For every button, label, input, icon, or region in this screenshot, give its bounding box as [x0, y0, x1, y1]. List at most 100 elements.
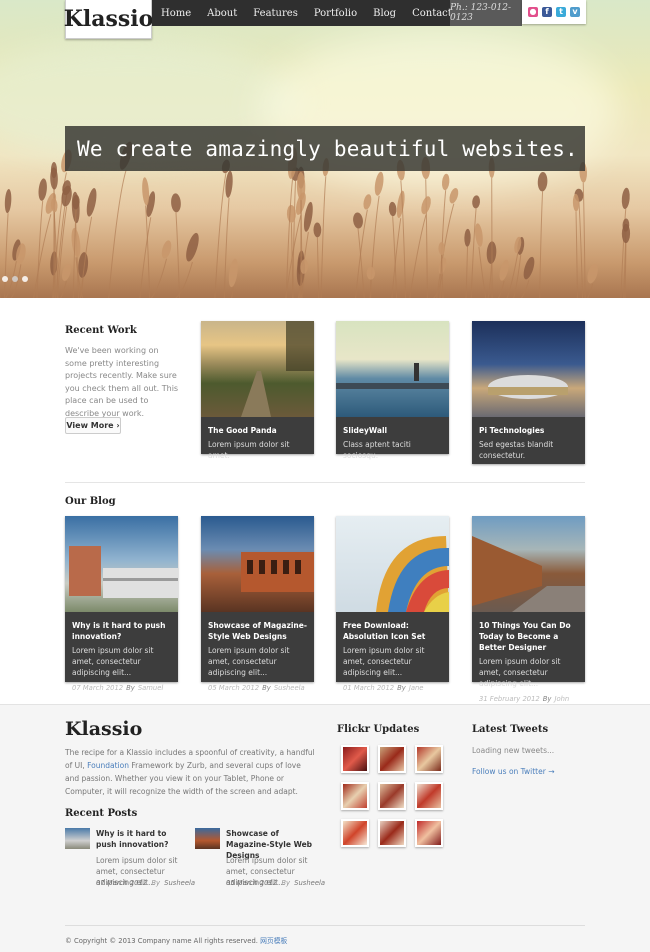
foundation-link[interactable]: Foundation: [87, 761, 129, 770]
blog-meta: 05 March 2012 By Susheela: [201, 678, 314, 698]
flickr-photo[interactable]: [415, 745, 443, 773]
recent-post[interactable]: Showcase of Magazine-Style Web Designs L…: [195, 828, 325, 890]
recent-work-intro: We've been working on some pretty intere…: [65, 346, 179, 418]
blog-by: By: [542, 695, 552, 703]
blog-date: 31 February 2012: [479, 695, 540, 703]
divider: [65, 482, 585, 483]
slider-dot[interactable]: [22, 276, 28, 282]
flickr-photo[interactable]: [378, 745, 406, 773]
blog-excerpt: Lorem ipsum dolor sit amet, consectetur …: [208, 646, 290, 677]
phone-number: Ph.: 123-012-0123: [450, 0, 522, 26]
work-title[interactable]: The Good Panda: [201, 417, 314, 436]
hero-tagline: We create amazingly beautiful websites.: [65, 126, 585, 171]
social-links: ● f t v: [522, 0, 586, 24]
main-nav: Home About Features Portfolio Blog Conta…: [152, 0, 452, 26]
view-more-button[interactable]: View More ›: [65, 417, 121, 434]
nav-home[interactable]: Home: [161, 8, 191, 19]
work-desc: Lorem ipsum dolor sit amet.: [208, 440, 290, 460]
work-title[interactable]: Pi Technologies: [472, 417, 585, 436]
blog-thumbnail[interactable]: [201, 516, 314, 612]
work-thumbnail[interactable]: [336, 321, 449, 417]
recent-post-by: By: [151, 879, 160, 887]
footer-divider: [65, 925, 585, 926]
blog-excerpt: Lorem ipsum dolor sit amet, consectetur …: [72, 646, 154, 677]
slider-dot[interactable]: [12, 276, 18, 282]
blog-heading: Our Blog: [65, 496, 116, 507]
blog-by: By: [262, 684, 271, 692]
stadium-image: [488, 375, 568, 399]
work-card[interactable]: The Good Panda Lorem ipsum dolor sit ame…: [201, 321, 314, 460]
work-title[interactable]: SlideyWall: [336, 417, 449, 436]
arcade-image: [241, 552, 314, 592]
blog-author[interactable]: Samuel: [138, 684, 163, 692]
work-card[interactable]: Pi Technologies Sed egestas blandit cons…: [472, 321, 585, 464]
blog-author[interactable]: Susheela: [274, 684, 305, 692]
recent-post-author[interactable]: Susheela: [164, 879, 195, 887]
blog-date: 01 March 2012: [343, 684, 395, 692]
recent-post-author[interactable]: Susheela: [294, 879, 325, 887]
flickr-photo[interactable]: [341, 782, 369, 810]
blog-card[interactable]: Why is it hard to push innovation? Lorem…: [65, 516, 178, 692]
flickr-heading: Flickr Updates: [337, 724, 420, 735]
nav-portfolio[interactable]: Portfolio: [314, 8, 357, 19]
blog-meta: 01 March 2012 By Jane: [336, 678, 449, 698]
building-image: [69, 546, 178, 598]
flickr-photo[interactable]: [341, 819, 369, 847]
footer-logo[interactable]: Klassio: [65, 718, 142, 740]
flickr-photo[interactable]: [415, 782, 443, 810]
nav-blog[interactable]: Blog: [373, 8, 396, 19]
blog-author[interactable]: John: [554, 695, 569, 703]
recent-post-by: By: [281, 879, 290, 887]
blog-title[interactable]: Why is it hard to push innovation?: [65, 612, 178, 642]
work-thumbnail[interactable]: [201, 321, 314, 417]
vimeo-icon[interactable]: v: [570, 7, 580, 17]
blog-title[interactable]: 10 Things You Can Do Today to Become a B…: [472, 612, 585, 653]
blog-by: By: [397, 684, 406, 692]
recent-post-meta: 07 March 2012 By Susheela: [96, 879, 206, 887]
flickr-photo[interactable]: [415, 819, 443, 847]
footer-about: The recipe for a Klassio includes a spoo…: [65, 746, 317, 798]
tweets-loading: Loading new tweets...: [472, 746, 555, 755]
blog-excerpt: Lorem ipsum dolor sit amet, consectetur …: [343, 646, 425, 677]
blog-card[interactable]: 10 Things You Can Do Today to Become a B…: [472, 516, 585, 703]
blog-by: By: [126, 684, 135, 692]
lighthouse-image: [336, 363, 449, 389]
recent-post[interactable]: Why is it hard to push innovation? Lorem…: [65, 828, 195, 890]
slider-dots[interactable]: [2, 276, 28, 282]
recent-post-title[interactable]: Why is it hard to push innovation?: [96, 828, 188, 850]
recent-post-date: 05 March 2012: [226, 879, 278, 887]
blog-thumbnail[interactable]: [336, 516, 449, 612]
nav-contact[interactable]: Contact: [412, 8, 452, 19]
work-thumbnail[interactable]: [472, 321, 585, 417]
recent-post-date: 07 March 2012: [96, 879, 148, 887]
facebook-icon[interactable]: f: [542, 7, 552, 17]
blog-thumbnail[interactable]: [65, 516, 178, 612]
blog-author[interactable]: Jane: [409, 684, 424, 692]
flickr-photo[interactable]: [378, 782, 406, 810]
blog-title[interactable]: Free Download: Absolution Icon Set: [336, 612, 449, 642]
nav-about[interactable]: About: [207, 8, 237, 19]
blog-date: 05 March 2012: [208, 684, 260, 692]
recent-posts-heading: Recent Posts: [65, 808, 138, 819]
follow-twitter-link[interactable]: Follow us on Twitter →: [472, 767, 555, 776]
blog-card[interactable]: Free Download: Absolution Icon Set Lorem…: [336, 516, 449, 692]
work-desc: Class aptent taciti sociosqu.: [343, 440, 411, 460]
nav-features[interactable]: Features: [253, 8, 298, 19]
recent-post-thumbnail[interactable]: [195, 828, 220, 849]
twitter-icon[interactable]: t: [556, 7, 566, 17]
dribbble-icon[interactable]: ●: [528, 7, 538, 17]
recent-post-thumbnail[interactable]: [65, 828, 90, 849]
flickr-photo[interactable]: [341, 745, 369, 773]
work-card[interactable]: SlideyWall Class aptent taciti sociosqu.: [336, 321, 449, 460]
blog-excerpt: Lorem ipsum dolor sit amet, consectetur …: [479, 657, 561, 688]
blog-card[interactable]: Showcase of Magazine-Style Web Designs L…: [201, 516, 314, 692]
copyright-link[interactable]: 网页模板: [260, 937, 287, 945]
street-image: [472, 536, 585, 612]
blog-thumbnail[interactable]: [472, 516, 585, 612]
blog-date: 07 March 2012: [72, 684, 124, 692]
tweets-heading: Latest Tweets: [472, 724, 549, 735]
slider-dot[interactable]: [2, 276, 8, 282]
blog-title[interactable]: Showcase of Magazine-Style Web Designs: [201, 612, 314, 642]
site-logo[interactable]: Klassio: [64, 0, 153, 39]
flickr-photo[interactable]: [378, 819, 406, 847]
